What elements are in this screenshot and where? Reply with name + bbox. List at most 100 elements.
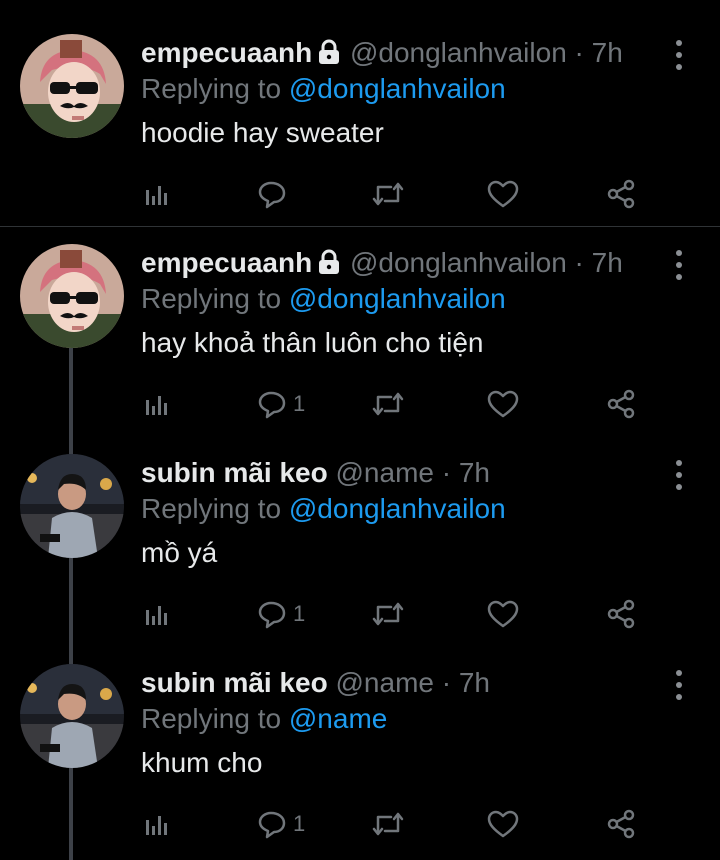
mention-link[interactable]: @donglanhvailon [289,283,506,314]
like-button[interactable] [487,384,519,424]
replying-prefix: Replying to [141,493,282,524]
tweet[interactable]: subin mãi keo @name · 7h Replying to @na… [0,646,720,860]
speech-bubble-icon [257,599,287,629]
separator-dot: · [441,667,452,698]
separator-dot: · [574,247,584,278]
separator-dot: · [441,457,452,488]
analytics-button[interactable] [143,384,171,424]
speech-bubble-icon [257,179,287,209]
display-name[interactable]: subin mãi keo [141,667,328,698]
more-options-icon[interactable] [672,460,686,490]
heart-icon [487,809,519,839]
more-options-icon[interactable] [672,250,686,280]
display-name[interactable]: empecuaanh [141,37,312,68]
lock-icon [316,39,342,73]
tweet-text: khum cho [141,747,263,778]
handle[interactable]: @name [336,667,434,698]
share-button[interactable] [605,594,637,634]
tweet[interactable]: subin mãi keo @name · 7h Replying to @do… [0,436,720,646]
replying-prefix: Replying to [141,283,282,314]
replying-prefix: Replying to [141,73,282,104]
tweet-content: empecuaanh @donglanhvailon · 7h Replying… [141,246,660,360]
tweet-content: subin mãi keo @name · 7h Replying to @na… [141,666,660,780]
retweet-icon [371,389,405,419]
more-options-icon[interactable] [672,40,686,70]
tweet-actions: 1 [141,384,641,424]
like-button[interactable] [487,174,519,214]
share-button[interactable] [605,384,637,424]
reply-button[interactable]: 1 [257,804,305,844]
retweet-button[interactable] [371,384,405,424]
reply-button[interactable]: 1 [257,384,305,424]
handle[interactable]: @donglanhvailon [350,37,567,68]
analytics-button[interactable] [143,594,171,634]
retweet-button[interactable] [371,804,405,844]
mention-link[interactable]: @donglanhvailon [289,73,506,104]
tweet-text: mồ yá [141,537,218,568]
avatar[interactable] [20,34,124,138]
tweet-text: hoodie hay sweater [141,117,384,148]
analytics-button[interactable] [143,174,171,214]
timestamp[interactable]: 7h [592,247,623,278]
heart-icon [487,179,519,209]
bar-chart-icon [143,180,171,208]
analytics-button[interactable] [143,804,171,844]
speech-bubble-icon [257,389,287,419]
replying-to: Replying to @donglanhvailon [141,282,660,316]
reply-count: 1 [293,601,306,626]
timestamp[interactable]: 7h [459,667,490,698]
reply-count: 1 [293,391,306,416]
avatar[interactable] [20,454,124,558]
handle[interactable]: @donglanhvailon [350,247,567,278]
tweet-header: subin mãi keo @name · 7h [141,666,660,700]
tweet-header: empecuaanh @donglanhvailon · 7h [141,246,660,280]
tweet-header: empecuaanh @donglanhvailon · 7h [141,36,660,70]
lock-icon [316,249,342,283]
like-button[interactable] [487,804,519,844]
tweet[interactable]: empecuaanh @donglanhvailon · 7h Replying… [0,226,720,436]
tweet[interactable]: empecuaanh @donglanhvailon · 7h Replying… [0,0,720,226]
like-button[interactable] [487,594,519,634]
tweet-actions: 1 [141,594,641,634]
tweet-actions [141,174,641,214]
speech-bubble-icon [257,809,287,839]
replying-to: Replying to @name [141,702,660,736]
timestamp[interactable]: 7h [592,37,623,68]
bar-chart-icon [143,600,171,628]
bar-chart-icon [143,810,171,838]
heart-icon [487,599,519,629]
tweet-content: subin mãi keo @name · 7h Replying to @do… [141,456,660,570]
avatar[interactable] [20,664,124,768]
display-name[interactable]: empecuaanh [141,247,312,278]
reply-button[interactable] [257,174,293,214]
share-icon [605,598,637,630]
replying-to: Replying to @donglanhvailon [141,492,660,526]
handle[interactable]: @name [336,457,434,488]
retweet-button[interactable] [371,174,405,214]
replying-prefix: Replying to [141,703,282,734]
bar-chart-icon [143,390,171,418]
reply-button[interactable]: 1 [257,594,305,634]
retweet-button[interactable] [371,594,405,634]
reply-count: 1 [293,811,306,836]
share-icon [605,388,637,420]
replying-to: Replying to @donglanhvailon [141,72,660,106]
tweet-actions: 1 [141,804,641,844]
share-icon [605,808,637,840]
share-button[interactable] [605,804,637,844]
display-name[interactable]: subin mãi keo [141,457,328,488]
tweet-content: empecuaanh @donglanhvailon · 7h Replying… [141,36,660,150]
tweet-header: subin mãi keo @name · 7h [141,456,660,490]
mention-link[interactable]: @name [289,703,387,734]
retweet-icon [371,179,405,209]
share-button[interactable] [605,174,637,214]
retweet-icon [371,599,405,629]
share-icon [605,178,637,210]
retweet-icon [371,809,405,839]
more-options-icon[interactable] [672,670,686,700]
timestamp[interactable]: 7h [459,457,490,488]
heart-icon [487,389,519,419]
avatar[interactable] [20,244,124,348]
separator-dot: · [574,37,584,68]
mention-link[interactable]: @donglanhvailon [289,493,506,524]
